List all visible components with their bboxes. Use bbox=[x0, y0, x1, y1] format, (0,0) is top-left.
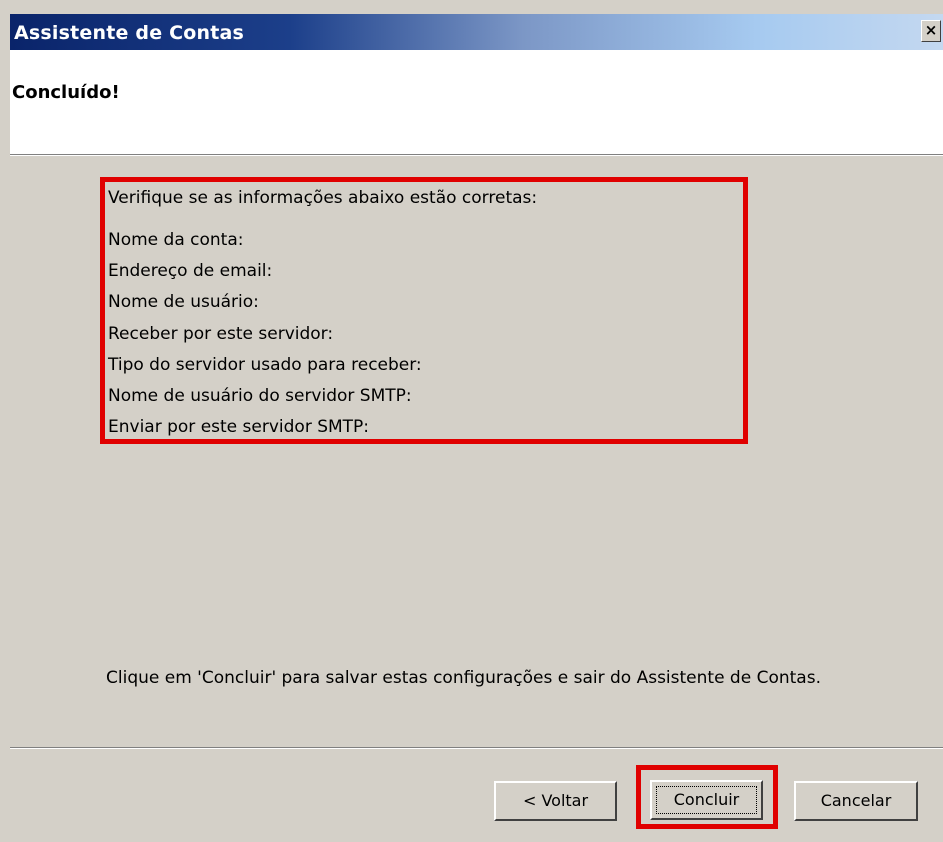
cancel-button[interactable]: Cancelar bbox=[794, 781, 918, 821]
summary-intro: Verifique se as informações abaixo estão… bbox=[108, 188, 538, 208]
field-username: Nome de usuário: bbox=[108, 292, 259, 313]
window-title: Assistente de Contas bbox=[14, 22, 245, 44]
back-button[interactable]: < Voltar bbox=[494, 781, 617, 821]
finish-instruction: Clique em 'Concluir' para salvar estas c… bbox=[106, 668, 821, 688]
summary-highlight-box: Verifique se as informações abaixo estão… bbox=[100, 177, 748, 444]
close-button[interactable]: × bbox=[921, 20, 941, 42]
field-email-address: Endereço de email: bbox=[108, 261, 273, 282]
wizard-header: Concluído! bbox=[10, 50, 943, 154]
header-divider bbox=[10, 154, 943, 156]
field-account-name: Nome da conta: bbox=[108, 230, 244, 250]
field-smtp-server: Enviar por este servidor SMTP: bbox=[108, 417, 370, 438]
title-bar[interactable]: Assistente de Contas × bbox=[10, 14, 943, 50]
field-incoming-server-type: Tipo do servidor usado para receber: bbox=[108, 354, 422, 375]
page-title: Concluído! bbox=[12, 82, 120, 103]
summary-field-list: Nome da conta: Endereço de email: Nome d… bbox=[108, 230, 422, 448]
finish-button-label: Concluir bbox=[656, 786, 757, 814]
close-icon: × bbox=[924, 21, 938, 39]
account-wizard-window: Assistente de Contas × Concluído! Verifi… bbox=[0, 0, 943, 842]
footer-divider bbox=[10, 747, 943, 749]
finish-button[interactable]: Concluir bbox=[650, 780, 763, 820]
field-smtp-username: Nome de usuário do servidor SMTP: bbox=[108, 385, 412, 406]
field-incoming-server: Receber por este servidor: bbox=[108, 323, 334, 344]
